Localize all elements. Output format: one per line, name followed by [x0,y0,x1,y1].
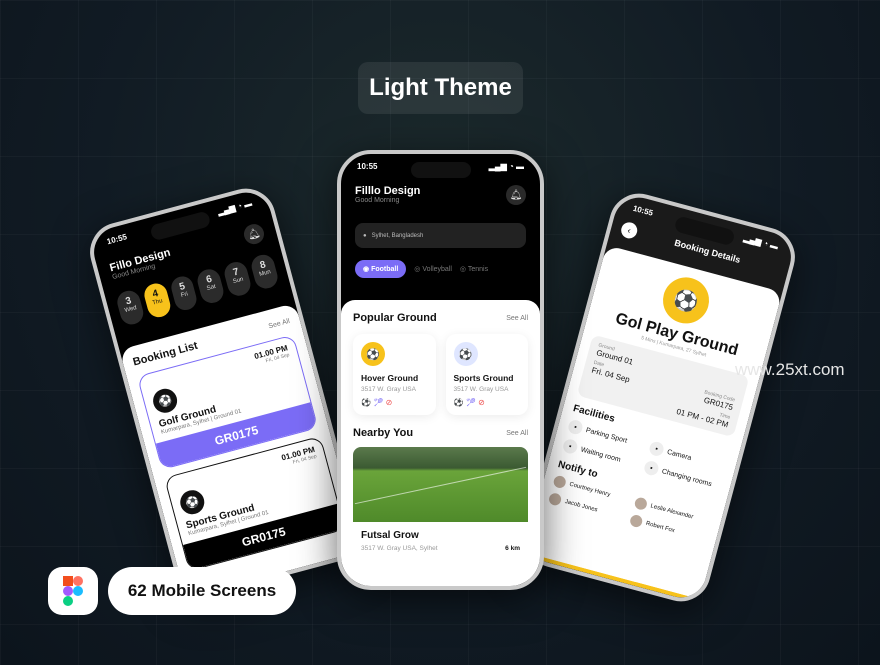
nearby-card[interactable]: Futsal Grow 3517 W. Gray USA, Sylhet 6 km [353,447,528,552]
ground-card[interactable]: ⚽ Sports Ground 3517 W. Gray USA ⚽ 🏸︎ ⊘ [446,334,529,415]
ground-name: Sports Ground [453,373,514,383]
tab-tennis[interactable]: ◎ Tennis [460,265,488,273]
avatar [547,491,563,507]
football-boot-icon: ⚽ [150,386,180,416]
location-value: Sylhet, Bangladesh [371,232,424,239]
signal-icon: ▂▄▆ ◔ ▬ [488,162,524,171]
ground-address: 3517 W. Gray USA [361,386,416,393]
screens-count-badge: 62 Mobile Screens [108,567,296,615]
tab-volleyball[interactable]: ◎ Volleyball [414,265,452,273]
tab-football[interactable]: ◉ Football [355,260,407,278]
date-chip[interactable]: 3 Wed [114,288,146,328]
sport-icons: ⚽ 🏸︎ ⊘ [453,398,485,407]
center-phone: 10:55 ▂▄▆ ◔ ▬ Filllo Design Good Morning 🔔… [337,150,544,590]
ground-address: 3517 W. Gray USA [453,386,509,393]
facility-label: Changing rooms [661,467,713,488]
avatar [552,474,568,490]
see-all-link[interactable]: See All [506,315,528,322]
ground-logo-icon: ⚽ [657,272,715,329]
greeting: Good Morning [355,197,400,204]
person-name: Leslie Alexander [649,503,694,521]
ground-logo-icon: ⚽ [361,342,385,366]
facility-label: Waiting room [579,445,622,464]
facility-label: Parking Sport [585,426,628,445]
headline: Light Theme [358,62,523,114]
field-photo [353,447,528,522]
see-all-link[interactable]: See All [506,430,528,437]
nearby-address: 3517 W. Gray USA, Sylhet [361,545,438,552]
avatar [628,513,644,529]
facility-icon: ▪ [566,418,585,436]
figma-logo-icon [48,567,98,615]
see-all-link[interactable]: See All [268,317,291,329]
section-title: Popular Ground [353,312,437,324]
tab-label: Volleyball [422,266,452,273]
person-name: Courtney Henry [568,481,611,499]
facility-icon: ▪ [561,437,579,456]
person-name: Robert Fox [645,520,676,535]
date-chip[interactable]: 4 Thu [141,281,173,320]
section-title: Nearby You [353,427,414,439]
dynamic-island [410,162,471,178]
app-title: Filllo Design [355,185,421,197]
ground-logo-icon: ⚽ [453,342,478,366]
bell-icon[interactable]: 🔔︎ [506,185,526,205]
date-chip[interactable]: 6 Sat [195,266,227,306]
ground-card[interactable]: ⚽ Hover Ground 3517 W. Gray USA ⚽ 🏸︎ ⊘ [353,334,436,415]
location-pin-icon: ● [363,232,367,239]
date-chip[interactable]: 7 Sun [222,259,254,299]
football-boot-icon: ⚽ [177,487,207,517]
watermark: www.25xt.com [735,360,845,379]
facility-icon: ▪ [648,440,666,458]
ground-name: Hover Ground [361,373,419,383]
avatar [633,496,649,512]
facility-label: Camera [666,448,693,462]
nearby-name: Futsal Grow [361,530,419,541]
date-chip[interactable]: 5 Fri [168,273,200,313]
sport-icons: ⚽ 🏸︎ ⊘ [361,398,393,407]
tab-label: Football [371,266,399,273]
date-chip[interactable]: 8 Mun [249,252,281,292]
facility-icon: ▪ [642,459,660,477]
status-time: 10:55 [357,162,378,171]
location-input[interactable]: ● Sylhet, Bangladesh [355,223,526,248]
person-name: Jacob Jones [563,499,599,514]
nearby-distance: 6 km [505,545,520,552]
tab-label: Tennis [467,266,489,273]
